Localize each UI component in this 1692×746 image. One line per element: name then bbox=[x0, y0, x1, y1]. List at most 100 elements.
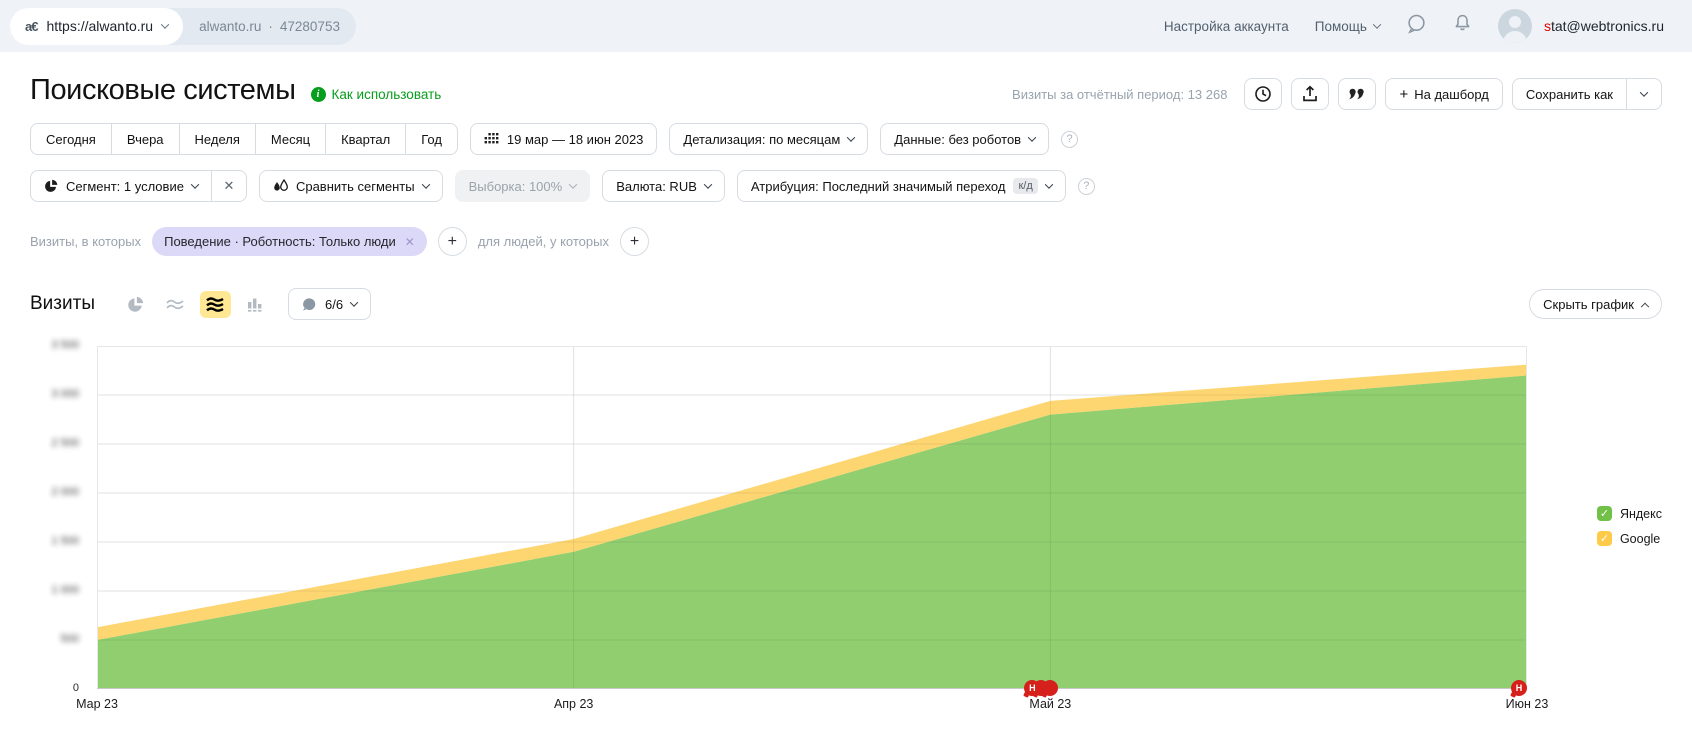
people-condition-label: для людей, у которых bbox=[478, 234, 609, 249]
quotes-icon bbox=[1348, 87, 1366, 102]
x-tick-may: Май 23 bbox=[1000, 697, 1100, 711]
export-icon bbox=[1301, 85, 1319, 103]
chart-type-line-button[interactable] bbox=[160, 291, 191, 318]
legend-item-yandex[interactable]: ✓ Яндекс bbox=[1597, 506, 1662, 521]
sampling-dropdown[interactable]: Выборка: 100% bbox=[455, 170, 591, 202]
annotation-marker[interactable]: Н bbox=[1511, 680, 1527, 696]
chart-legend: ✓ Яндекс ✓ Google bbox=[1597, 506, 1662, 546]
chevron-down-icon bbox=[421, 180, 429, 188]
user-email[interactable]: stat@webtronics.ru bbox=[1544, 18, 1664, 34]
period-month[interactable]: Месяц bbox=[255, 123, 326, 155]
save-as-button[interactable]: Сохранить как bbox=[1512, 78, 1627, 110]
counter-dot: · bbox=[268, 19, 273, 34]
chevron-down-icon bbox=[350, 298, 358, 306]
checkbox-checked-icon[interactable]: ✓ bbox=[1597, 531, 1612, 546]
chart-metric-title: Визиты bbox=[30, 293, 95, 315]
counter-info: alwanto.ru · 47280753 bbox=[183, 19, 356, 34]
chevron-down-icon bbox=[1045, 180, 1053, 188]
y-axis-labels: 3 500 3 000 2 500 2 000 1 500 1 000 500 … bbox=[30, 346, 89, 689]
account-settings-link[interactable]: Настройка аккаунта bbox=[1164, 19, 1289, 34]
attribution-dropdown[interactable]: Атрибуция: Последний значимый переход к/… bbox=[737, 170, 1066, 202]
how-to-use-link[interactable]: i Как использовать bbox=[311, 87, 442, 102]
help-icon[interactable]: ? bbox=[1078, 178, 1095, 195]
period-week[interactable]: Неделя bbox=[179, 123, 256, 155]
segment-chip[interactable]: Поведение · Роботность: Только люди ✕ bbox=[152, 227, 427, 256]
x-tick-apr: Апр 23 bbox=[524, 697, 624, 711]
pie-chart-icon bbox=[127, 296, 144, 313]
line-chart-icon bbox=[166, 297, 184, 311]
chevron-up-icon bbox=[1641, 303, 1649, 311]
visits-condition-label: Визиты, в которых bbox=[30, 234, 141, 249]
calendar-grid-icon bbox=[484, 133, 499, 145]
chevron-down-icon bbox=[1640, 88, 1648, 96]
metrics-selector-button[interactable]: 6/6 bbox=[288, 288, 371, 320]
chart-plot-area[interactable] bbox=[97, 346, 1527, 689]
export-button[interactable] bbox=[1291, 78, 1329, 110]
date-range-button[interactable]: 19 мар — 18 июн 2023 bbox=[470, 123, 658, 155]
site-favicon-icon: a€ bbox=[25, 19, 37, 34]
clock-icon bbox=[1254, 85, 1272, 103]
add-people-condition-button[interactable]: + bbox=[620, 227, 649, 256]
annotations-button[interactable] bbox=[1338, 78, 1376, 110]
chevron-down-icon bbox=[704, 180, 712, 188]
chip-close-icon[interactable]: ✕ bbox=[405, 235, 415, 249]
counter-id: 47280753 bbox=[280, 19, 340, 34]
visits-area-chart: 3 500 3 000 2 500 2 000 1 500 1 000 500 … bbox=[30, 346, 1662, 724]
chart-type-pie-button[interactable] bbox=[120, 291, 151, 318]
period-year[interactable]: Год bbox=[405, 123, 458, 155]
chevron-down-icon bbox=[569, 180, 577, 188]
y-tick: 500 bbox=[61, 633, 79, 645]
save-as-dropdown-button[interactable] bbox=[1626, 78, 1662, 110]
checkbox-checked-icon[interactable]: ✓ bbox=[1597, 506, 1612, 521]
y-tick: 1 000 bbox=[51, 584, 79, 596]
user-email-accent: s bbox=[1544, 18, 1551, 34]
y-tick: 3 000 bbox=[51, 388, 79, 400]
chevron-down-icon bbox=[1028, 133, 1036, 141]
bell-icon[interactable] bbox=[1453, 13, 1472, 39]
comment-bubble-icon bbox=[302, 297, 317, 312]
topbar: a€ https://alwanto.ru alwanto.ru · 47280… bbox=[0, 0, 1692, 52]
add-visit-condition-button[interactable]: + bbox=[438, 227, 467, 256]
site-switcher: a€ https://alwanto.ru alwanto.ru · 47280… bbox=[10, 8, 356, 45]
chart-type-stacked-area-button[interactable] bbox=[200, 291, 231, 318]
add-to-dashboard-button[interactable]: + На дашборд bbox=[1385, 78, 1502, 110]
y-tick: 1 500 bbox=[51, 535, 79, 547]
x-tick-jun: Июн 23 bbox=[1477, 697, 1577, 711]
schedule-button[interactable] bbox=[1244, 78, 1282, 110]
site-url-selector[interactable]: a€ https://alwanto.ru bbox=[10, 8, 183, 45]
chevron-down-icon bbox=[1373, 20, 1381, 28]
chevron-down-icon bbox=[161, 20, 169, 28]
segment-clear-button[interactable]: ✕ bbox=[211, 170, 247, 202]
chart-type-columns-button[interactable] bbox=[240, 291, 271, 318]
y-tick: 2 500 bbox=[51, 437, 79, 449]
segment-dropdown[interactable]: Сегмент: 1 условие bbox=[30, 170, 212, 202]
stacked-area-icon bbox=[206, 297, 224, 312]
avatar[interactable] bbox=[1498, 9, 1532, 43]
plus-icon: + bbox=[1399, 86, 1408, 103]
counter-site: alwanto.ru bbox=[199, 19, 261, 34]
info-icon: i bbox=[311, 87, 326, 102]
period-yesterday[interactable]: Вчера bbox=[111, 123, 180, 155]
x-tick-mar: Мар 23 bbox=[47, 697, 147, 711]
hide-chart-button[interactable]: Скрыть график bbox=[1529, 289, 1662, 319]
chevron-down-icon bbox=[191, 180, 199, 188]
chat-icon[interactable] bbox=[1406, 13, 1427, 39]
compare-segments-dropdown[interactable]: Сравнить сегменты bbox=[259, 170, 443, 202]
period-quarter[interactable]: Квартал bbox=[325, 123, 406, 155]
pie-icon bbox=[44, 179, 58, 193]
detalization-dropdown[interactable]: Детализация: по месяцам bbox=[669, 123, 868, 155]
help-menu[interactable]: Помощь bbox=[1315, 19, 1380, 34]
currency-dropdown[interactable]: Валюта: RUB bbox=[602, 170, 725, 202]
visits-summary: Визиты за отчётный период: 13 268 bbox=[1012, 87, 1227, 102]
droplets-icon bbox=[273, 179, 288, 193]
columns-chart-icon bbox=[247, 297, 263, 312]
help-icon[interactable]: ? bbox=[1061, 131, 1078, 148]
y-tick: 3 500 bbox=[51, 339, 79, 351]
site-url: https://alwanto.ru bbox=[46, 18, 153, 34]
y-tick-zero: 0 bbox=[73, 682, 79, 694]
chevron-down-icon bbox=[847, 133, 855, 141]
page-title: Поисковые системы bbox=[30, 74, 296, 107]
period-today[interactable]: Сегодня bbox=[30, 123, 112, 155]
legend-item-google[interactable]: ✓ Google bbox=[1597, 531, 1662, 546]
data-filter-dropdown[interactable]: Данные: без роботов bbox=[880, 123, 1049, 155]
